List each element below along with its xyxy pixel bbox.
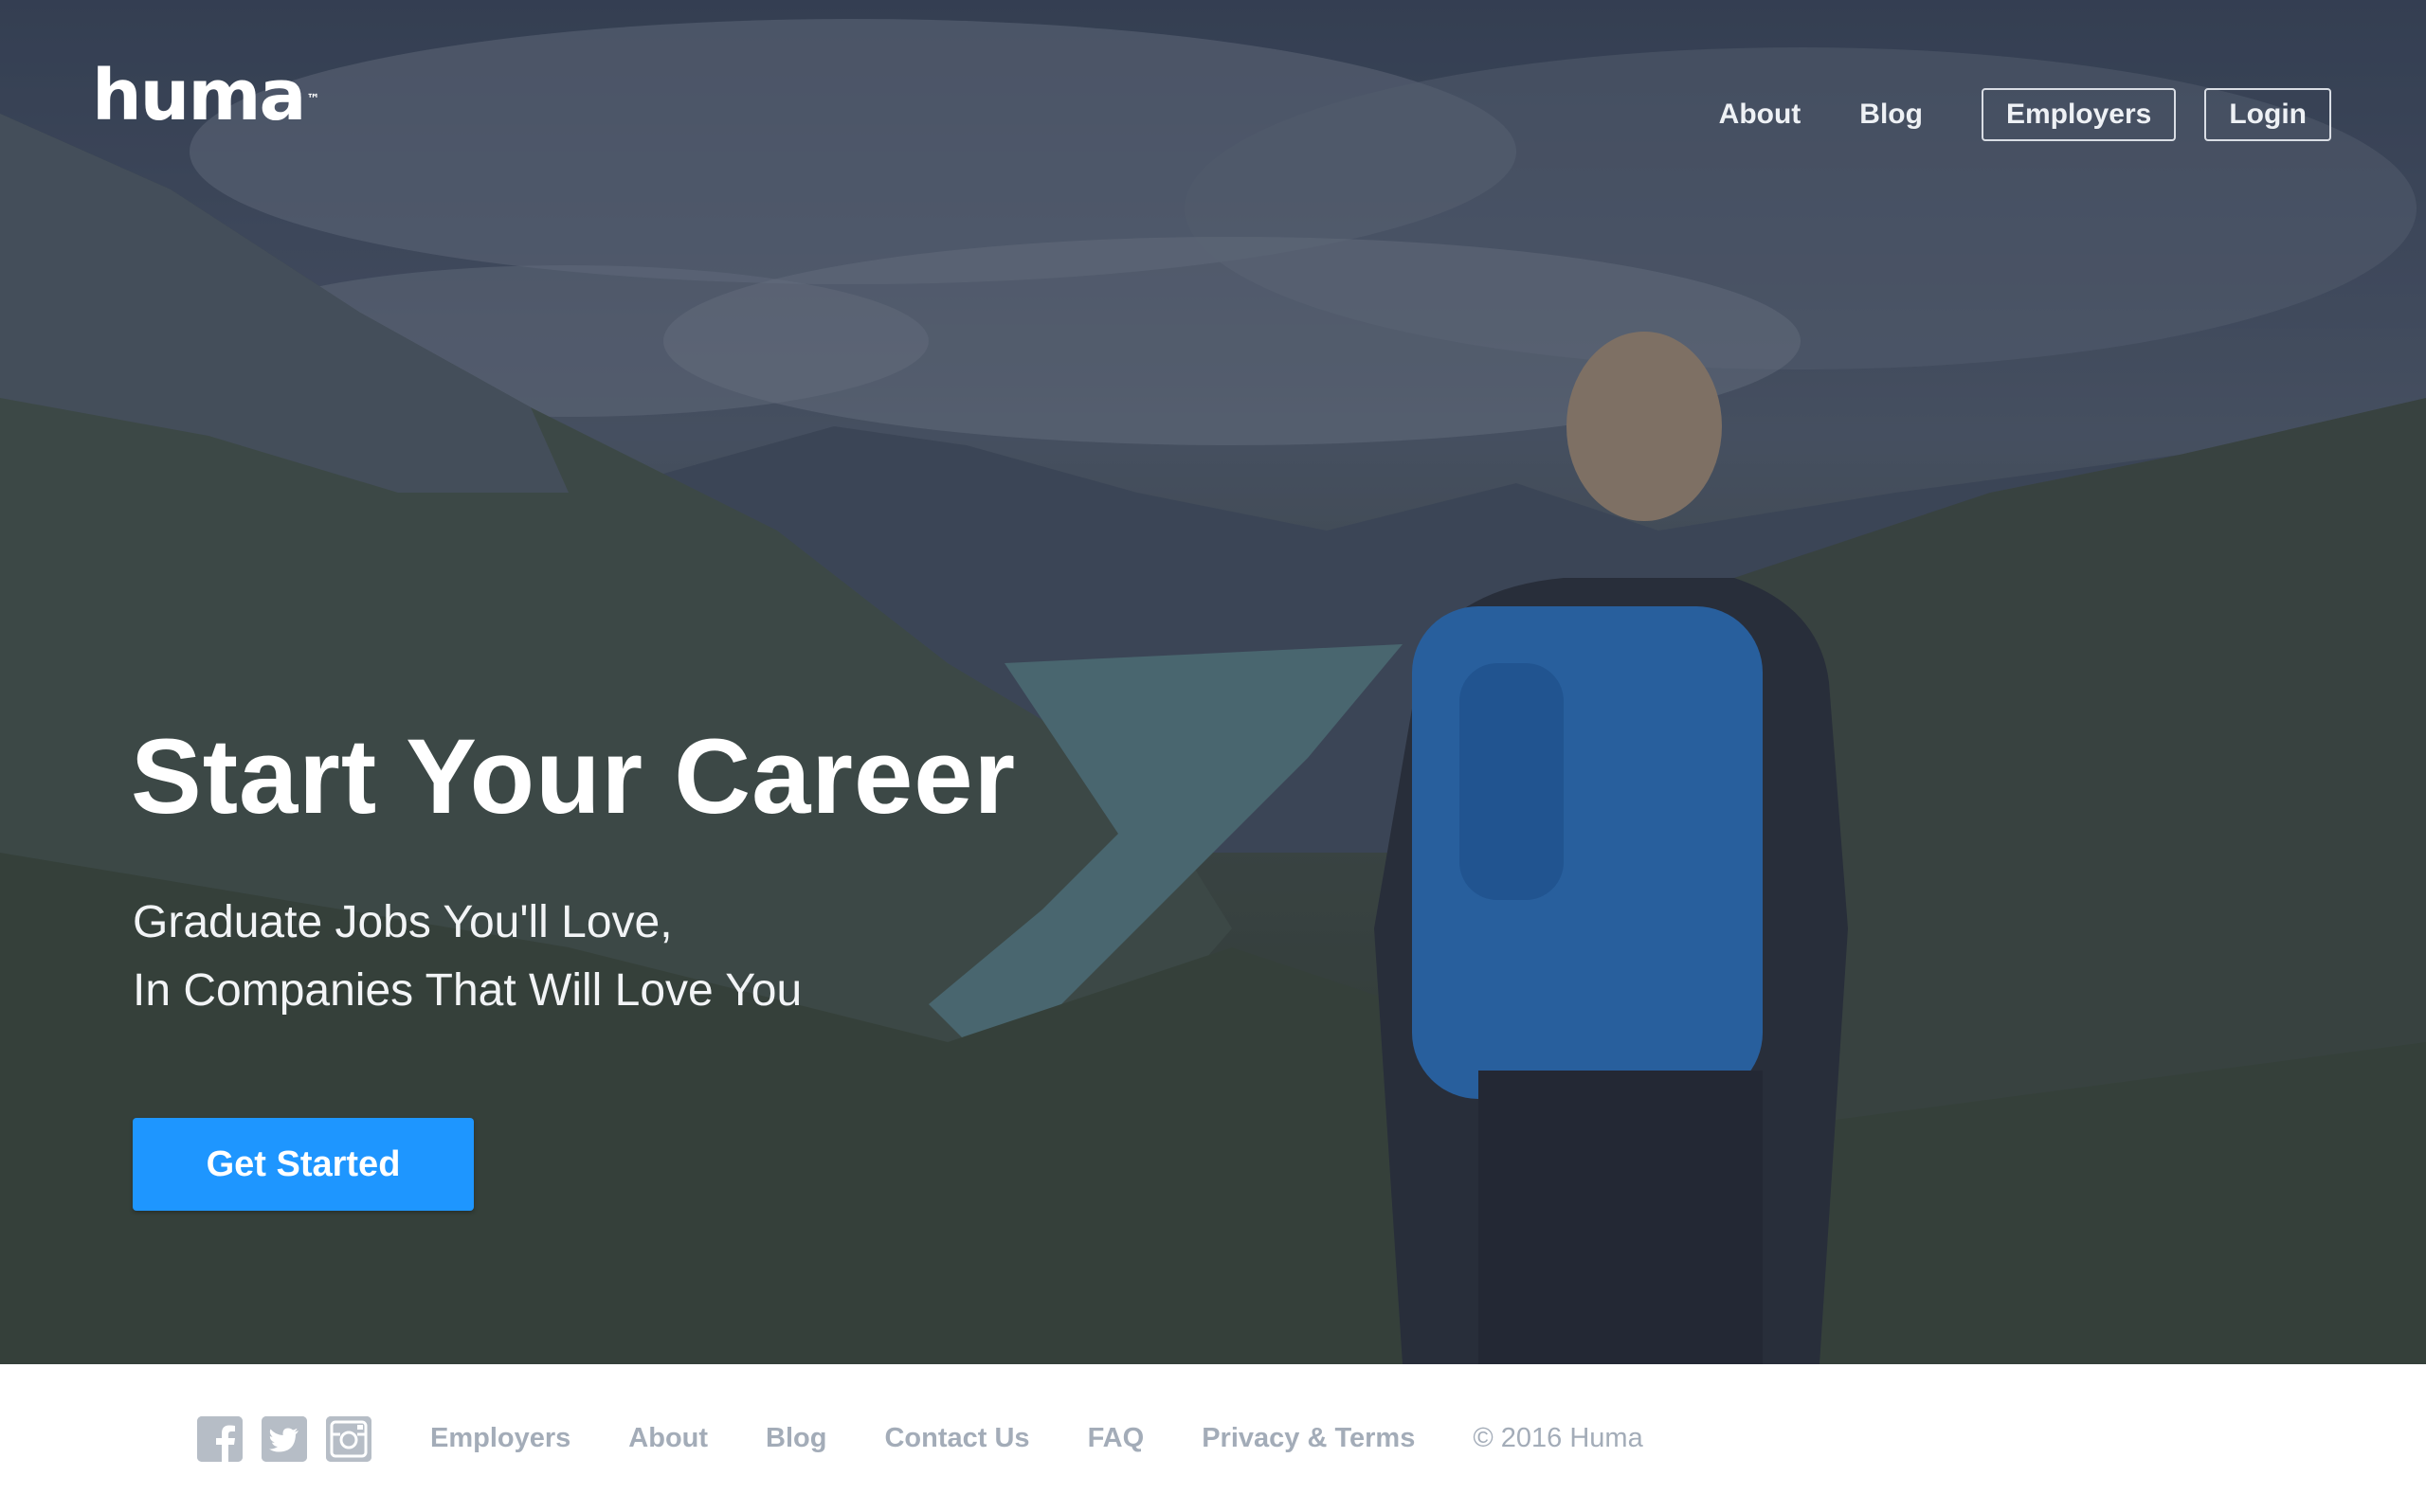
logo-text: huma bbox=[92, 55, 306, 136]
footer-link-privacy-terms[interactable]: Privacy & Terms bbox=[1202, 1423, 1415, 1454]
instagram-icon[interactable] bbox=[326, 1416, 371, 1462]
trademark-symbol: ™ bbox=[306, 92, 320, 107]
hero-subheadline-line-2: In Companies That Will Love You bbox=[133, 965, 803, 1016]
hero-section: huma ™ About Blog Employers Login Start Y… bbox=[0, 0, 2426, 1364]
hero-subheadline-line-1: Graduate Jobs You'll Love, bbox=[133, 897, 673, 947]
footer-links: Employers About Blog Contact Us FAQ Priv… bbox=[430, 1423, 1643, 1454]
nav-link-about[interactable]: About bbox=[1719, 99, 1801, 131]
footer-link-contact-us[interactable]: Contact Us bbox=[884, 1423, 1029, 1454]
get-started-button[interactable]: Get Started bbox=[133, 1118, 474, 1211]
footer-link-about[interactable]: About bbox=[628, 1423, 708, 1454]
login-button[interactable]: Login bbox=[2204, 88, 2331, 141]
footer-link-faq[interactable]: FAQ bbox=[1088, 1423, 1145, 1454]
copyright-text: © 2016 Huma bbox=[1473, 1423, 1643, 1453]
employers-button[interactable]: Employers bbox=[1981, 88, 2177, 141]
footer-link-employers[interactable]: Employers bbox=[430, 1423, 570, 1454]
social-links bbox=[197, 1416, 390, 1462]
hero-headline: Start Your Career bbox=[131, 717, 1017, 836]
footer-link-blog[interactable]: Blog bbox=[766, 1423, 826, 1454]
nav-link-blog[interactable]: Blog bbox=[1859, 99, 1923, 131]
facebook-icon[interactable] bbox=[197, 1416, 243, 1462]
top-nav: About Blog Employers Login bbox=[1719, 88, 2331, 141]
twitter-icon[interactable] bbox=[262, 1416, 307, 1462]
huma-logo[interactable]: huma ™ bbox=[92, 61, 319, 131]
hero-subheadline: Graduate Jobs You'll Love, In Companies … bbox=[133, 889, 802, 1025]
